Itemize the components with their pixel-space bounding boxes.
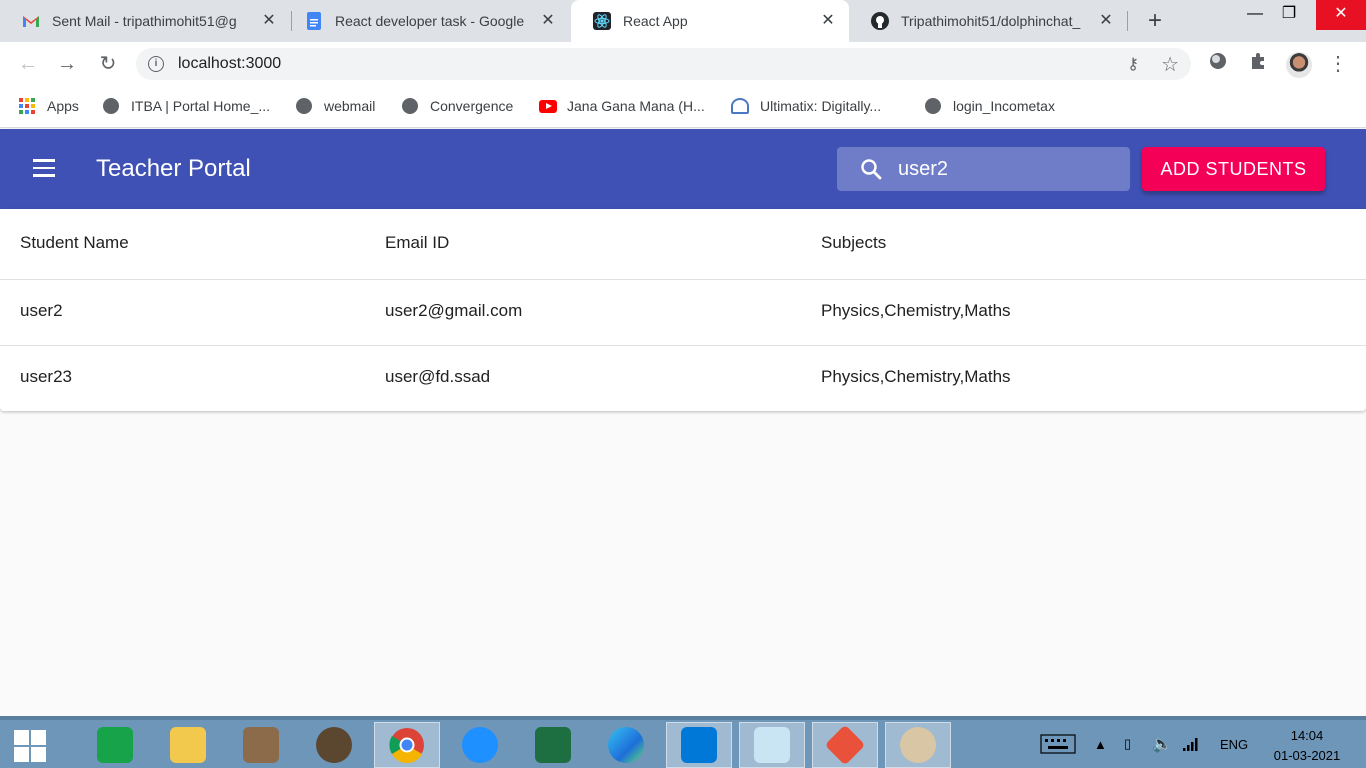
window-close-icon[interactable]: ✕: [1316, 0, 1366, 30]
table-header-row: Student Name Email ID Subjects: [0, 209, 1366, 280]
youtube-icon: [539, 99, 557, 113]
column-header[interactable]: Subjects: [821, 233, 886, 253]
tray-overflow-icon[interactable]: ▲: [1094, 724, 1107, 764]
email-cell: user@fd.ssad: [385, 367, 491, 386]
bookmark-label: webmail: [324, 98, 376, 114]
tab-gmail[interactable]: Sent Mail - tripathimohit51@g ✕: [0, 0, 290, 42]
taskbar-paint-icon[interactable]: [885, 722, 951, 768]
back-icon[interactable]: ←: [16, 52, 40, 76]
bookmark-label: Convergence: [430, 98, 514, 114]
search-input[interactable]: user2: [837, 147, 1130, 191]
taskbar-speaker-icon[interactable]: [301, 722, 367, 768]
google-docs-icon: [305, 12, 323, 30]
subjects-cell: Physics,Chemistry,Maths: [821, 301, 1011, 320]
student-name-cell: user2: [20, 301, 63, 320]
gmail-icon: [22, 12, 40, 30]
student-name-cell: user23: [20, 367, 72, 386]
forward-icon[interactable]: →: [55, 52, 79, 76]
table-row[interactable]: user2 user2@gmail.com Physics,Chemistry,…: [0, 280, 1366, 346]
profile-avatar[interactable]: [1286, 52, 1312, 78]
bookmark-label: Ultimatix: Digitally...: [760, 98, 882, 114]
extension-icon[interactable]: [1206, 52, 1230, 76]
students-table: Student Name Email ID Subjects user2 use…: [0, 209, 1366, 411]
url-text: localhost:3000: [178, 55, 282, 72]
close-tab-icon[interactable]: ✕: [1097, 12, 1115, 30]
bookmark-webmail[interactable]: webmail: [296, 96, 375, 116]
network-icon[interactable]: [1182, 724, 1200, 764]
globe-icon: [402, 98, 418, 114]
bookmark-label: login_Incometax: [953, 98, 1055, 114]
page-title: Teacher Portal: [96, 155, 251, 182]
search-icon: [859, 157, 883, 181]
puzzle-icon[interactable]: [1246, 52, 1270, 76]
more-menu-icon[interactable]: ⋮: [1326, 52, 1350, 76]
apps-grid-icon: [19, 98, 35, 114]
info-icon[interactable]: i: [148, 56, 164, 72]
language-indicator[interactable]: ENG: [1220, 724, 1248, 764]
tab-title: React developer task - Google: [335, 13, 525, 29]
bookmark-ultimatix[interactable]: Ultimatix: Digitally...: [731, 96, 881, 116]
globe-icon: [925, 98, 941, 114]
taskbar-edge-icon[interactable]: [593, 722, 659, 768]
bookmark-youtube[interactable]: Jana Gana Mana (H...: [539, 96, 705, 116]
taskbar-internet-explorer-icon[interactable]: [447, 722, 513, 768]
react-icon: [593, 12, 611, 30]
new-tab-icon[interactable]: +: [1142, 8, 1168, 34]
globe-icon: [103, 98, 119, 114]
bookmark-label: Apps: [47, 98, 79, 114]
bookmark-itba[interactable]: ITBA | Portal Home_...: [103, 96, 270, 116]
restore-icon[interactable]: ❐: [1266, 0, 1312, 30]
tab-separator: [1127, 11, 1128, 31]
taskbar-clock[interactable]: 14:04 01-03-2021: [1266, 726, 1348, 766]
close-tab-icon[interactable]: ✕: [819, 12, 837, 30]
key-icon[interactable]: ⚷: [1127, 54, 1139, 74]
battery-icon[interactable]: ▯: [1124, 724, 1131, 764]
taskbar-doc-viewer-icon[interactable]: [228, 722, 294, 768]
keyboard-icon[interactable]: [1040, 724, 1076, 764]
email-cell: user2@gmail.com: [385, 301, 523, 320]
bookmark-incometax[interactable]: login_Incometax: [925, 96, 1055, 116]
taskbar-git-icon[interactable]: [812, 722, 878, 768]
volume-icon[interactable]: 🔈: [1152, 724, 1172, 764]
subjects-cell: Physics,Chemistry,Maths: [821, 367, 1011, 386]
address-bar[interactable]: i localhost:3000 ⚷ ☆: [136, 48, 1191, 80]
tab-github[interactable]: Tripathimohit51/dolphinchat_ ✕: [849, 0, 1127, 42]
taskbar-store-icon[interactable]: [82, 722, 148, 768]
windows-start-icon[interactable]: [12, 728, 46, 762]
search-value: user2: [898, 158, 949, 180]
bookmark-label: Jana Gana Mana (H...: [567, 98, 705, 114]
hamburger-menu-icon[interactable]: [33, 159, 57, 179]
tab-title: Sent Mail - tripathimohit51@g: [52, 13, 237, 29]
column-header[interactable]: Student Name: [20, 233, 129, 253]
github-icon: [871, 12, 889, 30]
tab-title: React App: [623, 13, 688, 29]
taskbar-excel-icon[interactable]: [520, 722, 586, 768]
close-tab-icon[interactable]: ✕: [260, 12, 278, 30]
bookmark-label: ITBA | Portal Home_...: [131, 98, 271, 114]
star-icon[interactable]: ☆: [1161, 52, 1179, 77]
taskbar-vscode-icon[interactable]: [666, 722, 732, 768]
taskbar-file-explorer-icon[interactable]: [155, 722, 221, 768]
table-row[interactable]: user23 user@fd.ssad Physics,Chemistry,Ma…: [0, 346, 1366, 411]
browser-toolbar: ← → ↻ i localhost:3000 ⚷ ☆ ⋮: [0, 42, 1366, 86]
taskbar-notepad-icon[interactable]: [739, 722, 805, 768]
bookmark-convergence[interactable]: Convergence: [402, 96, 513, 116]
app-bar: Teacher Portal user2 ADD STUDENTS: [0, 129, 1366, 209]
add-students-button[interactable]: ADD STUDENTS: [1142, 147, 1325, 191]
reload-icon[interactable]: ↻: [96, 52, 120, 76]
bookmark-apps[interactable]: Apps: [19, 96, 79, 116]
tab-react-app[interactable]: React App ✕: [571, 0, 849, 42]
close-tab-icon[interactable]: ✕: [539, 12, 557, 30]
bookmarks-bar: Apps ITBA | Portal Home_... webmail Conv…: [0, 86, 1366, 128]
clock-time: 14:04: [1290, 728, 1324, 743]
globe-icon: [296, 98, 312, 114]
browser-tab-strip: Sent Mail - tripathimohit51@g ✕ React de…: [0, 0, 1366, 42]
tab-google-docs[interactable]: React developer task - Google ✕: [283, 0, 569, 42]
tata-icon: [731, 98, 749, 114]
column-header[interactable]: Email ID: [385, 233, 449, 253]
taskbar-chrome-icon[interactable]: [374, 722, 440, 768]
clock-date: 01-03-2021: [1273, 748, 1341, 763]
tab-title: Tripathimohit51/dolphinchat_: [901, 13, 1081, 29]
